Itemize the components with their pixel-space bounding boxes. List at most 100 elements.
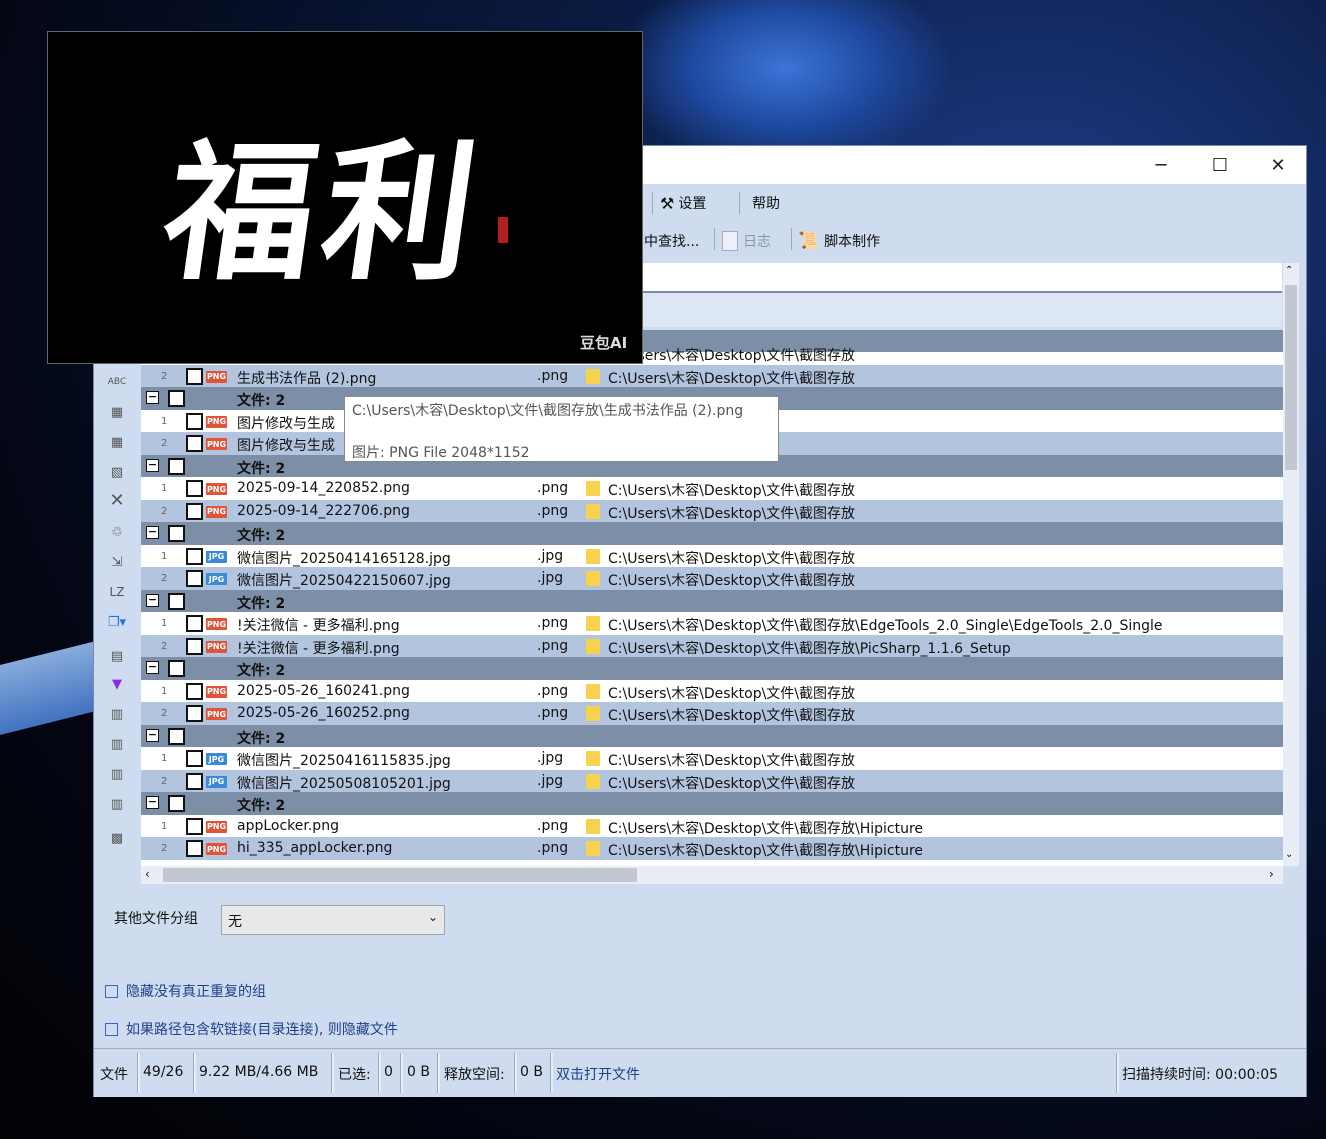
file-checkbox[interactable] <box>186 682 203 700</box>
file-row[interactable]: 2 PNG !关注微信 - 更多福利.png .png C:\Users\木容\Desk… <box>141 634 1283 657</box>
png-file-icon: PNG <box>206 370 227 383</box>
row-index: 2 <box>161 843 168 854</box>
group-row[interactable]: − 文件: 2 <box>141 724 1283 747</box>
collapse-icon[interactable]: − <box>146 458 159 472</box>
other-group-value: 无 <box>228 914 242 930</box>
group-checkbox[interactable] <box>168 457 185 475</box>
scroll-right-icon[interactable]: › <box>1269 867 1274 881</box>
file-row[interactable]: 1 PNG 2025-05-26_160241.png .png C:\Users\木容… <box>141 680 1283 703</box>
collapse-icon[interactable]: − <box>146 728 159 742</box>
file-row[interactable]: 1 PNG appLocker.png .png C:\Users\木容\Desktop… <box>141 815 1283 838</box>
group-select2-icon[interactable]: ▦ <box>104 431 130 453</box>
folder-icon <box>586 481 600 496</box>
script-button[interactable]: 📜 脚本制作 <box>798 231 880 251</box>
hide-groups-checkbox[interactable] <box>105 985 118 998</box>
row-index: 2 <box>161 708 168 719</box>
horizontal-scroll-thumb[interactable] <box>163 868 637 882</box>
file-checkbox[interactable] <box>186 547 203 565</box>
collapse-icon[interactable]: − <box>146 593 159 607</box>
tools-icon: ⚒ <box>660 193 675 213</box>
file-checkbox[interactable] <box>186 367 203 385</box>
lz-icon[interactable]: LZ <box>104 581 130 603</box>
file-checkbox[interactable] <box>186 480 203 497</box>
group-checkbox[interactable] <box>168 390 185 407</box>
png-file-icon: PNG <box>206 640 227 653</box>
collapse-icon[interactable]: − <box>146 796 159 809</box>
collapse-icon[interactable]: − <box>146 526 159 539</box>
collapse-icon[interactable]: − <box>146 661 159 674</box>
menu-settings[interactable]: ⚒ 设置 <box>660 193 706 213</box>
filter-icon[interactable]: ▼ <box>104 673 130 695</box>
group-checkbox[interactable] <box>168 525 185 542</box>
file-checkbox[interactable] <box>186 435 203 452</box>
file-checkbox[interactable] <box>186 570 203 587</box>
png-file-icon: PNG <box>206 843 227 855</box>
file-row[interactable]: 2 PNG 2025-05-26_160252.png .png C:\Users\木容… <box>141 702 1283 725</box>
vertical-scrollbar[interactable]: ⌃ ⌄ <box>1283 263 1299 866</box>
column2-icon[interactable]: ▥ <box>104 733 130 755</box>
row-index: 1 <box>161 820 168 832</box>
status-scan-time: 扫描持续时间: 00:00:05 <box>1122 1067 1279 1083</box>
group-row[interactable]: − 文件: 2 <box>141 522 1283 545</box>
scroll-down-icon[interactable]: ⌄ <box>1285 849 1293 860</box>
delete-x-icon[interactable]: ✕ <box>104 489 130 511</box>
move-file-icon[interactable]: ⇲ <box>104 551 130 573</box>
column-list-icon[interactable]: ▤ <box>104 645 130 667</box>
horizontal-scrollbar[interactable]: ‹ › <box>141 866 1283 884</box>
recycle-icon[interactable]: ♲ <box>104 521 130 543</box>
file-row[interactable]: 1 PNG !关注微信 - 更多福利.png .png C:\Users\木容\Desk… <box>141 612 1283 635</box>
group-remove-icon[interactable]: ▧ <box>104 461 130 483</box>
other-group-select[interactable]: 无 ⌄ <box>221 905 445 935</box>
file-row[interactable]: 1 PNG 2025-09-14_220852.png .png C:\Users\木容… <box>141 477 1283 500</box>
file-ext: .png <box>537 502 569 519</box>
group-checkbox[interactable] <box>168 660 185 677</box>
rename-abc-icon[interactable]: ABC <box>104 371 130 393</box>
hide-links-checkbox[interactable] <box>105 1023 118 1036</box>
status-hint-link[interactable]: 双击打开文件 <box>556 1064 640 1084</box>
file-checkbox[interactable] <box>186 817 203 835</box>
file-name: 微信图片_20250416115835.jpg <box>237 753 451 769</box>
menu-help[interactable]: 帮助 <box>752 193 780 213</box>
file-checkbox[interactable] <box>186 615 203 632</box>
group-select-icon[interactable]: ▦ <box>104 401 130 423</box>
column4-icon[interactable]: ▥ <box>104 793 130 815</box>
collapse-icon[interactable]: − <box>146 391 159 404</box>
file-ext: .jpg <box>537 772 564 789</box>
group-row[interactable]: − 文件: 2 <box>141 657 1283 680</box>
file-checkbox[interactable] <box>186 750 203 767</box>
scroll-up-icon[interactable]: ⌃ <box>1285 265 1293 276</box>
group-checkbox[interactable] <box>168 795 185 812</box>
vertical-scroll-thumb[interactable] <box>1285 285 1297 470</box>
file-checkbox[interactable] <box>186 412 203 430</box>
group-row[interactable]: − 文件: 2 <box>141 792 1283 815</box>
scroll-left-icon[interactable]: ‹ <box>145 867 150 881</box>
file-checkbox[interactable] <box>186 840 203 857</box>
copy-dropdown-icon[interactable]: ❐▾ <box>104 611 130 633</box>
file-ext: .png <box>537 682 569 699</box>
file-row[interactable]: 2 PNG 生成书法作品 (2).png .png C:\Users\木容\Deskto… <box>141 364 1283 387</box>
log-button[interactable]: 日志 <box>722 231 771 251</box>
tooltip-info: 图片: PNG File 2048*1152 <box>352 445 530 461</box>
file-checkbox[interactable] <box>186 637 203 655</box>
group-checkbox[interactable] <box>168 727 185 745</box>
file-row[interactable]: 1 JPG 微信图片_20250416115835.jpg .jpg C:\Users\… <box>141 747 1283 770</box>
close-button[interactable]: ✕ <box>1249 146 1307 184</box>
file-row[interactable]: 2 JPG 微信图片_20250422150607.jpg .jpg C:\Users\… <box>141 567 1283 590</box>
column3-icon[interactable]: ▥ <box>104 763 130 785</box>
group-checkbox[interactable] <box>168 592 185 610</box>
minimize-button[interactable]: ─ <box>1132 146 1190 184</box>
file-checkbox[interactable] <box>186 705 203 722</box>
qr-icon[interactable]: ▩ <box>104 827 130 849</box>
hide-links-label: 如果路径包含软链接(目录连接), 则隐藏文件 <box>126 1022 398 1038</box>
file-checkbox[interactable] <box>186 502 203 520</box>
column1-icon[interactable]: ▥ <box>104 703 130 725</box>
file-checkbox[interactable] <box>186 772 203 790</box>
file-row[interactable]: 2 PNG hi_335_appLocker.png .png C:\Users\木容\… <box>141 837 1283 860</box>
maximize-button[interactable]: ☐ <box>1191 146 1249 184</box>
file-row[interactable]: 2 JPG 微信图片_20250508105201.jpg .jpg C:\Users\… <box>141 769 1283 792</box>
file-row[interactable]: 2 PNG 2025-09-14_222706.png .png C:\Users\木容… <box>141 499 1283 522</box>
group-row[interactable]: − 文件: 2 <box>141 589 1283 612</box>
file-row[interactable]: 1 JPG 微信图片_20250414165128.jpg .jpg C:\Users\… <box>141 545 1283 568</box>
group-title: 文件: 2 <box>237 663 286 679</box>
find-button[interactable]: 中查找... <box>644 231 699 251</box>
